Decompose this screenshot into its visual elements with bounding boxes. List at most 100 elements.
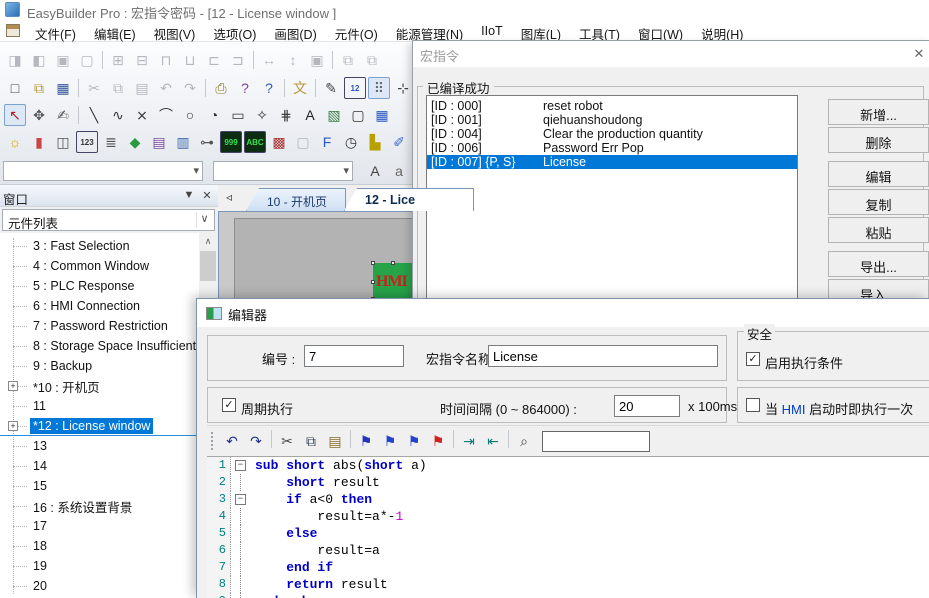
key-object-icon[interactable]: ⊶	[196, 131, 218, 153]
tree-item[interactable]: 3 : Fast Selection	[0, 236, 199, 256]
clock-object-icon[interactable]: ◷	[340, 131, 362, 153]
context-help-icon[interactable]: ?	[258, 77, 280, 99]
numeric-object-icon[interactable]: 999	[220, 131, 242, 153]
circle-icon[interactable]: ○	[179, 104, 201, 126]
menu-item[interactable]: 视图(V)	[145, 20, 205, 42]
tree-item[interactable]: 9 : Backup	[0, 356, 199, 376]
periodic-checkbox[interactable]: ✓	[222, 398, 236, 412]
fold-margin[interactable]	[231, 593, 251, 598]
polyline-icon[interactable]: ⨯	[131, 104, 153, 126]
fold-margin[interactable]	[231, 508, 251, 525]
window-layers-icon[interactable]: ≣	[100, 131, 122, 153]
combo-button-icon[interactable]: ▤	[148, 131, 170, 153]
add-button[interactable]: 新增...	[828, 99, 929, 125]
indent-icon[interactable]: ⇥	[458, 430, 480, 452]
export-button[interactable]: 导出...	[828, 251, 929, 277]
print-icon[interactable]: ⎙	[210, 77, 232, 99]
toolbar-grip[interactable]	[211, 432, 216, 450]
menu-item[interactable]: 窗口(W)	[629, 20, 692, 42]
paste-icon[interactable]: ▤	[131, 77, 153, 99]
prev-bookmark-icon[interactable]: ⚑	[403, 430, 425, 452]
toggle-bookmark-icon[interactable]: ⚑	[355, 430, 377, 452]
find-replace-icon[interactable]: ⌕	[513, 430, 535, 452]
save-file-icon[interactable]: ▦	[52, 77, 74, 99]
interval-input[interactable]	[614, 395, 680, 417]
tree-item[interactable]: 4 : Common Window	[0, 256, 199, 276]
bring-forward-icon[interactable]: ◧	[28, 49, 50, 71]
state-combo[interactable]	[3, 161, 203, 181]
pen-icon[interactable]: ✎	[320, 77, 342, 99]
tree-item[interactable]: 8 : Storage Space Insufficient	[0, 336, 199, 356]
same-width-icon[interactable]: ↔	[258, 49, 280, 71]
macro-list-item[interactable]: [ID : 000]reset robot	[427, 99, 797, 113]
select-arrow-icon[interactable]: ↖	[4, 104, 26, 126]
pen-object-icon[interactable]: ✐	[388, 131, 410, 153]
hmi-picture-element[interactable]: HMI	[373, 263, 412, 298]
help-icon[interactable]: ?	[234, 77, 256, 99]
fold-margin[interactable]	[231, 559, 251, 576]
set-bit-icon[interactable]: ◫	[52, 131, 74, 153]
word-lamp-icon[interactable]: ▮	[28, 131, 50, 153]
selection-handle[interactable]	[371, 280, 375, 284]
panel-pin-icon[interactable]: ▼	[182, 189, 196, 201]
outdent-icon[interactable]: ⇤	[482, 430, 504, 452]
undo-icon[interactable]: ↶	[221, 430, 243, 452]
pan-hand-icon[interactable]: ✥	[28, 104, 50, 126]
tab-window-10[interactable]: 10 - 开机页	[246, 188, 346, 211]
expander-icon[interactable]: +	[8, 421, 18, 431]
undo-icon[interactable]: ↶	[155, 77, 177, 99]
align-top-icon[interactable]: ⊓	[155, 49, 177, 71]
new-file-icon[interactable]: □	[4, 77, 26, 99]
freehand-icon[interactable]: ∿	[107, 104, 129, 126]
paste-button[interactable]: 粘贴	[828, 217, 929, 243]
tree-item[interactable]: 7 : Password Restriction	[0, 316, 199, 336]
tree-scrollbar-thumb[interactable]	[200, 251, 216, 281]
send-to-back-icon[interactable]: ▢	[76, 49, 98, 71]
macro-list-item[interactable]: [ID : 007] {P, S}License	[427, 155, 797, 169]
run-once-checkbox[interactable]	[746, 398, 760, 412]
rectangle-icon[interactable]: ▭	[227, 104, 249, 126]
align-left-icon[interactable]: ⊏	[203, 49, 225, 71]
fold-margin[interactable]: −	[231, 491, 251, 508]
font-enlarge-icon[interactable]: A	[364, 160, 386, 182]
design-canvas[interactable]: HMI	[218, 211, 412, 298]
menu-item[interactable]: 文件(F)	[26, 20, 85, 42]
tree-item[interactable]: 14	[0, 456, 199, 476]
next-bookmark-icon[interactable]: ⚑	[379, 430, 401, 452]
fold-margin[interactable]	[231, 474, 251, 491]
select-region-icon[interactable]: ▢	[292, 131, 314, 153]
macro-id-input[interactable]	[304, 345, 404, 367]
edit-button[interactable]: 编辑	[828, 161, 929, 187]
menu-item[interactable]: 工具(T)	[570, 20, 629, 42]
fold-margin[interactable]	[231, 576, 251, 593]
tree-item[interactable]: 11	[0, 396, 199, 416]
tree-item[interactable]: 19	[0, 556, 199, 576]
line-icon[interactable]: ╲	[83, 104, 105, 126]
tab-window-12[interactable]: 12 - Lice	[344, 188, 474, 211]
selection-handle[interactable]	[371, 261, 375, 265]
panel-close-icon[interactable]: ✕	[200, 189, 214, 202]
open-file-icon[interactable]: ⧉	[28, 77, 50, 99]
font-shrink-icon[interactable]: a	[388, 160, 410, 182]
font-combo[interactable]	[213, 161, 353, 181]
tree-item[interactable]: 15	[0, 476, 199, 496]
menu-item[interactable]: IIoT	[472, 20, 512, 42]
polygon-icon[interactable]: ✧	[251, 104, 273, 126]
macro-list-item[interactable]: [ID : 001]qiehuanshoudong	[427, 113, 797, 127]
note-pad-icon[interactable]: ▥	[172, 131, 194, 153]
paste-icon[interactable]: ▤	[324, 430, 346, 452]
fold-margin[interactable]	[231, 525, 251, 542]
frame-icon[interactable]: ▢	[347, 104, 369, 126]
tree-item[interactable]: 6 : HMI Connection	[0, 296, 199, 316]
cut-icon[interactable]: ✂	[83, 77, 105, 99]
tree-item[interactable]: +*12 : License window	[0, 416, 199, 436]
same-height-icon[interactable]: ↕	[282, 49, 304, 71]
exec-condition-checkbox[interactable]: ✓	[746, 352, 760, 366]
tab-scroll-left-icon[interactable]: ◃	[226, 190, 232, 204]
tree-item[interactable]: 20	[0, 576, 199, 596]
arc-icon[interactable]: ⌒	[155, 104, 177, 126]
macro-list-item[interactable]: [ID : 004]Clear the production quantity	[427, 127, 797, 141]
menu-item[interactable]: 元件(O)	[326, 20, 387, 42]
copy-icon[interactable]: ⧉	[107, 77, 129, 99]
find-input[interactable]	[542, 431, 650, 452]
